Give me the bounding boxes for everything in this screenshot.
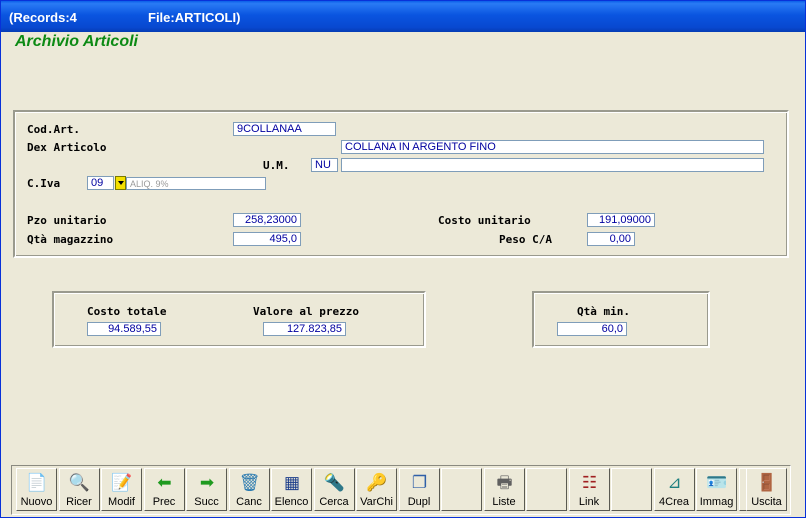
valore-label: Valore al prezzo	[253, 305, 359, 318]
toolbar-button-label: 4Crea	[659, 496, 689, 508]
ricer-button[interactable]: 🔍 Ricer	[58, 468, 100, 511]
qta-magazzino-field[interactable]: 495,0	[233, 232, 301, 246]
valore-field: 127.823,85	[263, 322, 346, 336]
toolbar-button-label: VarChi	[360, 496, 393, 508]
arrow-left-icon: ⬅	[157, 473, 172, 492]
empty-10-button[interactable]	[441, 468, 482, 511]
uscita-button[interactable]: 🚪 Uscita	[746, 468, 787, 511]
flashlight-icon: 🔦	[323, 473, 346, 492]
um-extra-field[interactable]	[341, 158, 764, 172]
qta-magazzino-label: Qtà magazzino	[27, 233, 114, 246]
toolbar-button-label: Succ	[194, 496, 219, 508]
page-title: Archivio Articoli	[15, 33, 138, 50]
pzo-field[interactable]: 258,23000	[233, 213, 301, 227]
toolbar-button-label: Modif	[108, 496, 135, 508]
peso-label: Peso C/A	[499, 233, 552, 246]
printer-icon: 🖶	[496, 473, 513, 492]
cod-art-label: Cod.Art.	[27, 123, 80, 136]
qta-min-field[interactable]: 60,0	[557, 322, 627, 336]
civa-dropdown-button[interactable]	[115, 176, 126, 190]
succ-button[interactable]: ➡ Succ	[186, 468, 227, 511]
totals-panel	[52, 291, 426, 348]
cod-art-field[interactable]: 9COLLANAA	[233, 122, 336, 136]
civa-field[interactable]: 09	[87, 176, 114, 190]
design-icon: ⊿	[667, 473, 682, 492]
link-button[interactable]: ☷ Link	[568, 468, 610, 511]
dupl-button[interactable]: ❐ Dupl	[398, 468, 440, 511]
toolbar-button-label: Dupl	[407, 496, 431, 508]
exit-door-icon: 🚪	[756, 473, 778, 492]
arrow-right-icon: ➡	[199, 473, 215, 492]
dex-label: Dex Articolo	[27, 141, 107, 154]
civa-label: C.Iva	[27, 177, 61, 190]
toolbar-button-label: Cerca	[319, 496, 349, 508]
elenco-button[interactable]: ▦ Elenco	[271, 468, 312, 511]
toolbar-button-label: Prec	[152, 496, 176, 508]
toolbar-button-label: Immag	[699, 496, 734, 508]
records-count: (Records:4	[9, 10, 77, 25]
toolbar-button-label: Ricer	[66, 496, 92, 508]
empty-icon	[451, 472, 473, 494]
toolbar-button-label: Liste	[492, 496, 516, 508]
nuovo-button[interactable]: 📄 Nuovo	[16, 468, 57, 511]
4crea-button[interactable]: ⊿ 4Crea	[653, 468, 695, 511]
edit-doc-icon: 📝	[111, 473, 133, 492]
main-window: (Records:4 File:ARTICOLI) Archivio Artic…	[0, 0, 806, 518]
costo-totale-field: 94.589,55	[87, 322, 161, 336]
costo-unitario-label: Costo unitario	[438, 214, 531, 227]
pzo-label: Pzo unitario	[27, 214, 107, 227]
immag-button[interactable]: 🪪 Immag	[696, 468, 737, 511]
new-doc-icon: 📄	[26, 473, 48, 492]
toolbar-button-label: Uscita	[751, 496, 782, 508]
table-icon: ▦	[283, 473, 301, 492]
trash-icon: 🗑	[238, 473, 261, 492]
costo-unitario-field[interactable]: 191,09000	[587, 213, 655, 227]
toolbar-button-label: Elenco	[274, 496, 309, 508]
file-name: File:ARTICOLI)	[148, 10, 241, 25]
costo-totale-label: Costo totale	[87, 305, 167, 318]
prec-button[interactable]: ⬅ Prec	[143, 468, 185, 511]
toolbar-button-label: Link	[578, 496, 600, 508]
um-field[interactable]: NU	[311, 158, 338, 172]
toolbar-button-label: Canc	[236, 496, 262, 508]
canc-button[interactable]: 🗑 Canc	[228, 468, 270, 511]
modif-button[interactable]: 📝 Modif	[101, 468, 142, 511]
empty-14-button[interactable]	[611, 468, 652, 511]
keys-icon: 🔑	[366, 473, 388, 492]
dex-field[interactable]: COLLANA IN ARGENTO FINO	[341, 140, 764, 154]
empty-12-button[interactable]	[526, 468, 567, 511]
tree-icon: ☷	[581, 473, 598, 492]
peso-field[interactable]: 0,00	[587, 232, 635, 246]
title-bar[interactable]: (Records:4 File:ARTICOLI)	[1, 1, 805, 32]
qta-min-panel	[532, 291, 710, 348]
magnifier-icon: 🔍	[68, 473, 91, 492]
varchi-button[interactable]: 🔑 VarChi	[356, 468, 397, 511]
copy-icon: ❐	[411, 473, 428, 492]
civa-desc-field: ALIQ. 9%	[126, 177, 266, 190]
um-label: U.M.	[263, 159, 290, 172]
qta-min-label: Qtà min.	[577, 305, 630, 318]
liste-button[interactable]: 🖶 Liste	[483, 468, 525, 511]
toolbar-button-label: Nuovo	[20, 496, 53, 508]
empty-icon	[536, 472, 558, 494]
empty-icon	[621, 472, 643, 494]
id-card-icon: 🪪	[706, 473, 728, 492]
cerca-button[interactable]: 🔦 Cerca	[313, 468, 355, 511]
